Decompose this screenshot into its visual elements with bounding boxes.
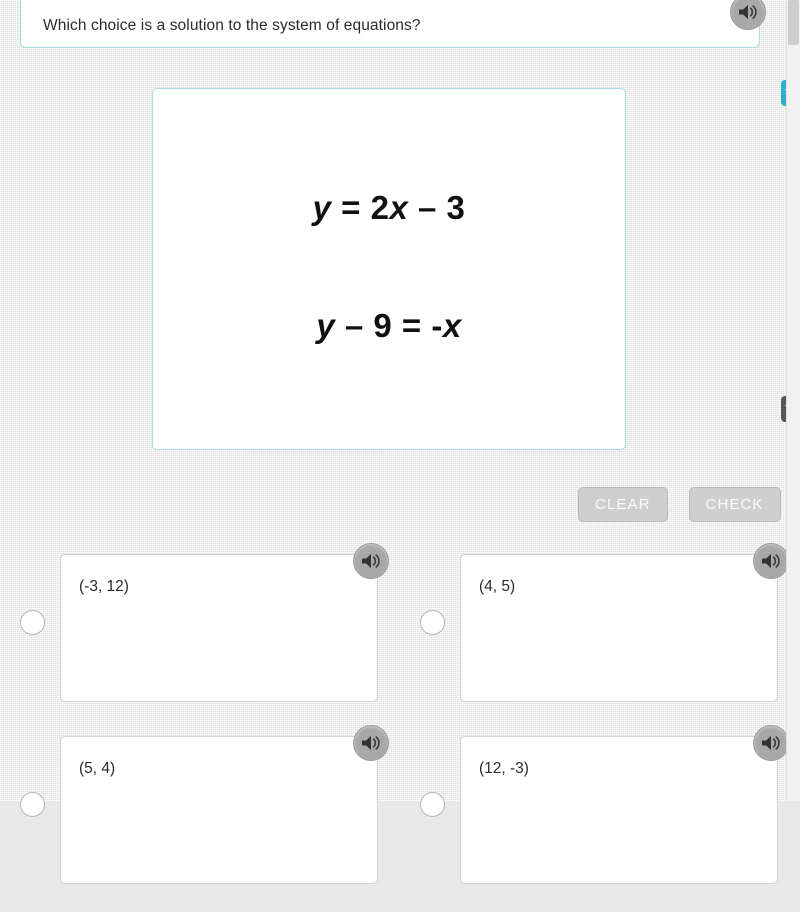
equation-term: – 9 = - [335, 307, 443, 344]
answer-card-3[interactable]: (5, 4) [60, 725, 389, 884]
check-button[interactable]: CHECK [688, 487, 781, 522]
answer-choice-4[interactable]: (12, -3) [400, 725, 800, 884]
equation-term: – 3 [408, 189, 466, 226]
vertical-scrollbar-thumb[interactable] [788, 0, 799, 45]
answer-label-1: (-3, 12) [79, 578, 129, 595]
answer-label-2: (4, 5) [479, 578, 516, 595]
clear-button[interactable]: CLEAR [578, 487, 668, 522]
answer-speaker-button-4[interactable] [753, 725, 789, 761]
vertical-scrollbar-track[interactable] [786, 0, 800, 801]
speaker-icon [362, 736, 380, 750]
question-text: Which choice is a solution to the system… [43, 17, 421, 34]
answer-choice-row: (-3, 12) (4, 5) [0, 543, 800, 702]
answer-label-4: (12, -3) [479, 760, 529, 777]
speaker-icon [739, 5, 757, 19]
equation-line-1: y = 2x – 3 [153, 189, 625, 227]
speaker-icon [762, 736, 780, 750]
answer-choice-2[interactable]: (4, 5) [400, 543, 800, 702]
equation-variable: y [312, 189, 332, 226]
equation-panel: y = 2x – 3 y – 9 = -x [152, 88, 626, 450]
answer-speaker-button-3[interactable] [353, 725, 389, 761]
answer-choice-3[interactable]: (5, 4) [0, 725, 400, 884]
equation-term: = 2 [331, 189, 390, 226]
speaker-icon [762, 554, 780, 568]
answer-choice-1[interactable]: (-3, 12) [0, 543, 400, 702]
answer-radio-1[interactable] [20, 610, 45, 635]
equation-variable: y [316, 307, 336, 344]
question-card: Which choice is a solution to the system… [20, 0, 760, 48]
answer-speaker-button-2[interactable] [753, 543, 789, 579]
action-button-row: CLEAR CHECK [578, 487, 781, 522]
answer-speaker-button-1[interactable] [353, 543, 389, 579]
answer-radio-2[interactable] [420, 610, 445, 635]
answer-card-1[interactable]: (-3, 12) [60, 543, 389, 702]
answer-radio-3[interactable] [20, 792, 45, 817]
answer-label-3: (5, 4) [79, 760, 116, 777]
answer-card-2[interactable]: (4, 5) [460, 543, 789, 702]
answer-choice-list: (-3, 12) (4, 5) (5, 4) (12, -3) [0, 543, 800, 912]
equation-variable: x [389, 189, 409, 226]
equation-line-2: y – 9 = -x [153, 307, 625, 345]
answer-radio-4[interactable] [420, 792, 445, 817]
speaker-icon [362, 554, 380, 568]
answer-card-4[interactable]: (12, -3) [460, 725, 789, 884]
equation-variable: x [442, 307, 462, 344]
answer-choice-row: (5, 4) (12, -3) [0, 725, 800, 884]
